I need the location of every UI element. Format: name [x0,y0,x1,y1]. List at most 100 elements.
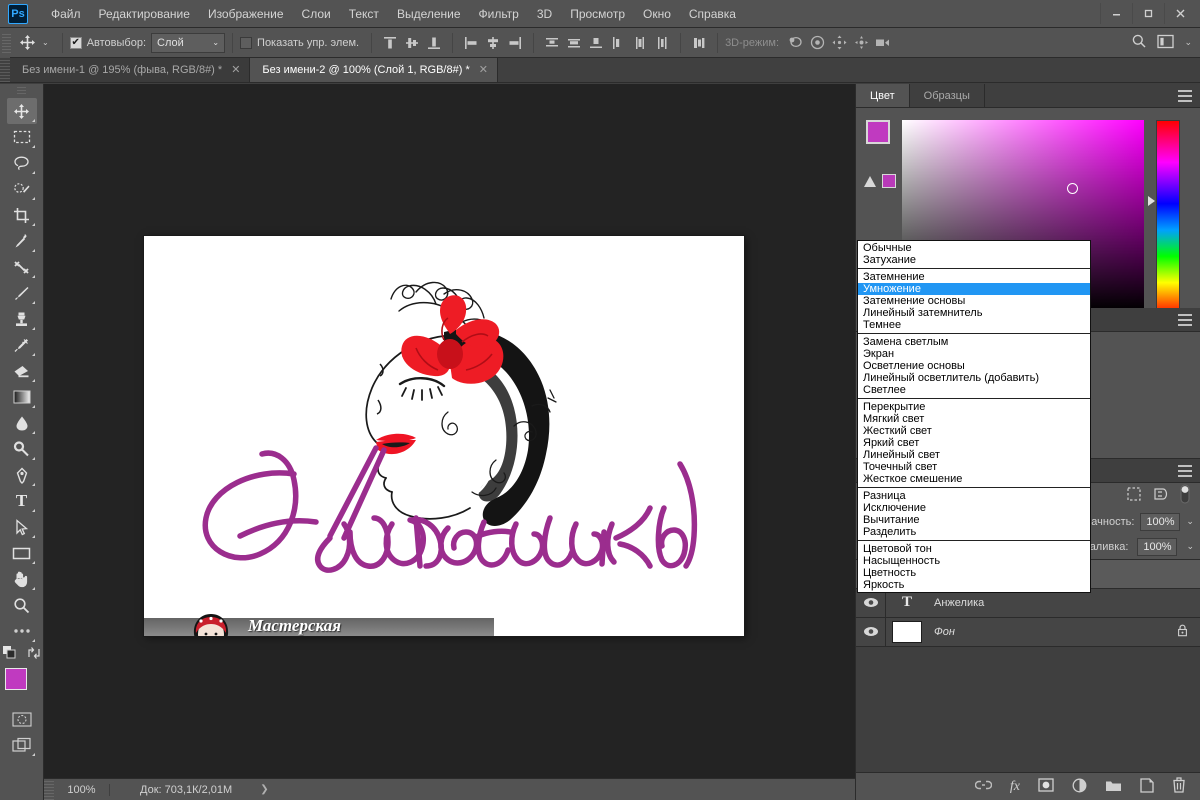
out-of-gamut-warning[interactable] [864,174,896,188]
blur-tool[interactable] [7,410,37,436]
rectangular-marquee-tool[interactable] [7,124,37,150]
fill-chevron-icon[interactable]: ⌄ [1186,541,1194,552]
quick-selection-tool[interactable] [7,176,37,202]
auto-select-checkbox[interactable]: ✔ [69,36,82,49]
foreground-background-swatches[interactable] [4,668,39,702]
crop-tool[interactable] [7,202,37,228]
foreground-color-swatch[interactable] [4,668,27,690]
layer-thumbnail-2-type-icon[interactable]: T [892,592,922,614]
blend-option-multiply[interactable]: Умножение [858,283,1090,295]
distribute-left-edges-icon[interactable] [607,32,629,54]
adjustments-panel-menu-icon[interactable] [1178,314,1192,329]
close-button[interactable] [1164,3,1196,24]
gamut-substitute-swatch[interactable] [882,174,896,188]
zoom-tool[interactable] [7,592,37,618]
menu-item-view[interactable]: Просмотр [561,3,634,25]
distribute-vertical-centers-icon[interactable] [563,32,585,54]
blend-option-color-burn[interactable]: Затемнение основы [858,295,1090,307]
add-layer-mask-icon[interactable] [1038,778,1054,795]
layer-visibility-toggle-3[interactable] [856,617,886,646]
new-layer-icon[interactable] [1140,777,1154,796]
opacity-field[interactable]: 100% [1140,512,1181,531]
maximize-button[interactable] [1132,3,1164,24]
layers-list-empty-space[interactable] [856,646,1200,772]
layer-name-3[interactable]: Фон [934,626,955,638]
blend-option-hue[interactable]: Цветовой тон [858,543,1090,555]
blend-mode-dropdown-list[interactable]: Обычные Затухание Затемнение Умножение З… [857,240,1091,593]
layers-filter-toggle[interactable] [1178,483,1192,508]
3d-camera-icon[interactable] [872,32,894,54]
new-group-icon[interactable] [1105,779,1122,795]
blend-option-saturation[interactable]: Насыщенность [858,555,1090,567]
blend-option-linear-light[interactable]: Линейный свет [858,449,1090,461]
3d-orbit-icon[interactable] [784,32,806,54]
menu-item-select[interactable]: Выделение [388,3,470,25]
delete-layer-icon[interactable] [1172,777,1186,796]
opacity-chevron-icon[interactable]: ⌄ [1186,516,1194,527]
dodge-tool[interactable] [7,436,37,462]
color-field-cursor[interactable] [1066,182,1078,194]
3d-slide-icon[interactable] [850,32,872,54]
eyedropper-tool[interactable] [7,228,37,254]
search-icon[interactable] [1131,33,1147,52]
menu-item-3d[interactable]: 3D [528,3,561,25]
blend-option-luminosity[interactable]: Яркость [858,579,1090,591]
link-layers-icon[interactable] [974,779,993,794]
blend-option-darken[interactable]: Затемнение [858,271,1090,283]
align-right-edges-icon[interactable] [504,32,526,54]
auto-select-scope-dropdown[interactable]: Слой ⌄ [151,32,226,53]
blend-option-pin-light[interactable]: Точечный свет [858,461,1090,473]
tab-bar-grip[interactable] [0,57,10,82]
blend-option-subtract[interactable]: Вычитание [858,514,1090,526]
canvas-area[interactable]: Мастерская печатных дел КОПИРОВАЛЬНА 100… [44,84,856,800]
document-tab-2[interactable]: Без имени-2 @ 100% (Слой 1, RGB/8#) * ✕ [250,57,498,82]
clone-stamp-tool[interactable] [7,306,37,332]
minimize-button[interactable] [1100,3,1132,24]
menu-item-edit[interactable]: Редактирование [90,3,199,25]
blend-option-linear-burn[interactable]: Линейный затемнитель [858,307,1090,319]
hue-strip[interactable] [1156,120,1180,310]
path-selection-tool[interactable] [7,514,37,540]
gradient-tool[interactable] [7,384,37,410]
document-tab-1[interactable]: Без имени-1 @ 195% (фыва, RGB/8#) * ✕ [10,57,251,82]
blend-option-divide[interactable]: Разделить [858,526,1090,538]
document-canvas[interactable]: Мастерская печатных дел КОПИРОВАЛЬНА [144,236,744,636]
healing-brush-tool[interactable] [7,254,37,280]
menu-item-text[interactable]: Текст [340,3,388,25]
distribute-top-edges-icon[interactable] [541,32,563,54]
blend-option-color-dodge[interactable]: Осветление основы [858,360,1090,372]
blend-option-dissolve[interactable]: Затухание [858,254,1090,266]
tools-panel-grip[interactable] [17,87,26,95]
distribute-right-edges-icon[interactable] [651,32,673,54]
move-tool-icon[interactable] [14,32,40,54]
move-tool[interactable] [6,98,37,124]
tool-preset-chevron-icon[interactable]: ⌄ [40,38,55,47]
layers-panel-menu-icon[interactable] [1178,464,1192,480]
blend-option-linear-dodge[interactable]: Линейный осветлитель (добавить) [858,372,1090,384]
auto-align-layers-icon[interactable] [688,32,710,54]
blend-option-screen[interactable]: Экран [858,348,1090,360]
rectangle-tool[interactable] [7,540,37,566]
default-colors-icon[interactable] [2,646,17,660]
color-panel-menu-icon[interactable] [1178,90,1192,105]
layer-filter-pixels-icon[interactable] [1126,486,1142,505]
layer-filter-adjustment-icon[interactable] [1152,486,1168,505]
menu-item-filter[interactable]: Фильтр [470,3,528,25]
history-brush-tool[interactable] [7,332,37,358]
blend-option-vivid-light[interactable]: Яркий свет [858,437,1090,449]
layer-row-background[interactable]: Фон [856,617,1200,647]
menu-item-help[interactable]: Справка [680,3,745,25]
blend-option-lighter-color[interactable]: Светлее [858,384,1090,396]
align-left-edges-icon[interactable] [460,32,482,54]
menu-item-window[interactable]: Окно [634,3,680,25]
align-top-edges-icon[interactable] [379,32,401,54]
new-adjustment-layer-icon[interactable] [1072,778,1087,796]
layer-thumbnail-3[interactable] [892,620,922,643]
blend-option-hard-mix[interactable]: Жесткое смешение [858,473,1090,485]
color-panel-foreground-swatch[interactable] [866,120,890,144]
blend-option-hard-light[interactable]: Жесткий свет [858,425,1090,437]
swap-colors-icon[interactable] [27,646,41,660]
lasso-tool[interactable] [7,150,37,176]
show-transform-controls-checkbox[interactable]: ✔ [240,36,253,49]
pen-tool[interactable] [7,462,37,488]
